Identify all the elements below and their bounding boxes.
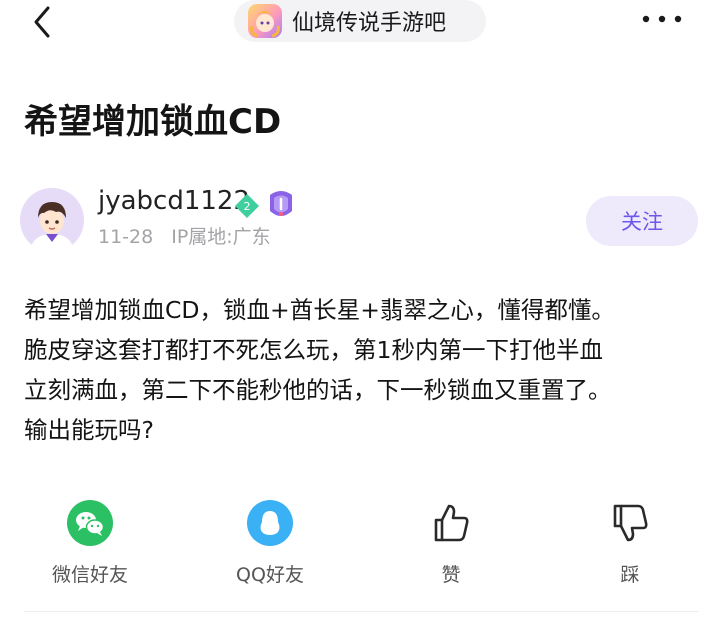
- share-wechat-label: 微信好友: [51, 564, 128, 586]
- post-meta: 11-28 IP属地:广东: [98, 222, 271, 249]
- medal-badge-icon: [266, 189, 296, 221]
- forum-avatar: [248, 4, 282, 38]
- share-qq-label: QQ好友: [236, 564, 304, 586]
- content-line: 脆皮穿这套打都打不死怎么玩，第1秒内第一下打他半血: [24, 336, 603, 364]
- action-bar: 微信好友 QQ好友 赞 踩: [0, 500, 720, 590]
- wechat-icon: [67, 500, 113, 546]
- back-button[interactable]: [26, 2, 66, 42]
- more-dots-icon: [642, 15, 682, 23]
- content-line: 立刻满血，第二下不能秒他的话，下一秒锁血又重置了。: [24, 376, 612, 404]
- post-title: 希望增加锁血CD: [24, 102, 282, 142]
- post-date: 11-28: [98, 226, 154, 248]
- level-badge-icon: 2: [233, 192, 261, 220]
- more-options-button[interactable]: [640, 6, 684, 32]
- post-content: 希望增加锁血CD，锁血+酋长星+翡翠之心，懂得都懂。 脆皮穿这套打都打不死怎么玩…: [24, 290, 700, 450]
- divider: [24, 611, 698, 612]
- forum-name: 仙境传说手游吧: [292, 11, 447, 36]
- dislike-label: 踩: [620, 564, 640, 586]
- chevron-left-icon: [34, 6, 50, 38]
- like-label: 赞: [441, 564, 461, 586]
- forum-link[interactable]: 仙境传说手游吧: [234, 0, 486, 42]
- svg-text:2: 2: [244, 200, 251, 213]
- like-button[interactable]: 赞: [386, 500, 516, 587]
- author-name[interactable]: jyabcd1122: [98, 186, 250, 216]
- author-avatar[interactable]: [20, 188, 84, 252]
- share-qq-button[interactable]: QQ好友: [205, 500, 335, 587]
- content-line: 输出能玩吗?: [24, 416, 154, 444]
- thumbs-down-icon: [607, 500, 653, 546]
- top-nav-bar: 仙境传说手游吧: [0, 0, 720, 44]
- ip-location: IP属地:广东: [171, 226, 271, 248]
- thumbs-up-icon: [428, 500, 474, 546]
- dislike-button[interactable]: 踩: [565, 500, 695, 587]
- share-wechat-button[interactable]: 微信好友: [25, 500, 155, 587]
- qq-icon: [247, 500, 293, 546]
- content-line: 希望增加锁血CD，锁血+酋长星+翡翠之心，懂得都懂。: [24, 296, 615, 324]
- follow-button[interactable]: 关注: [586, 196, 698, 246]
